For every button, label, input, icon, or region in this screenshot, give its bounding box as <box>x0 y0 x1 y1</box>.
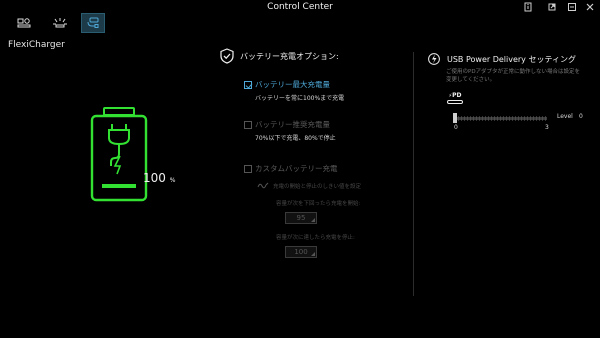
power-bolt-icon <box>428 53 440 65</box>
custom-charge-desc-row: 充電の開始と停止のしきい値を設定 <box>257 181 361 191</box>
usb-c-icon <box>447 100 463 104</box>
stop-threshold-label: 容量が次に達したら充電を停止: <box>276 235 355 241</box>
start-threshold-label: 容量が次を下回ったら充電を開始: <box>276 201 361 207</box>
custom-charge-desc: 充電の開始と停止のしきい値を設定 <box>273 184 362 190</box>
battery-percent-sign: % <box>169 177 176 184</box>
custom-charge-checkbox[interactable] <box>244 164 252 173</box>
battery-options-panel: バッテリー充電オプション: バッテリー最大充電量 バッテリーを常に100%まで充… <box>220 48 400 173</box>
recommended-charge-desc: 70%以下で充電、80%で停止 <box>255 135 336 142</box>
battery-percent-value: 100 <box>143 171 166 185</box>
max-charge-checkbox[interactable] <box>244 80 252 89</box>
recommended-charge-checkbox[interactable] <box>244 120 252 129</box>
minimize-icon[interactable] <box>566 2 578 14</box>
app-name: FlexiCharger <box>8 40 65 50</box>
level-min-label: 0 <box>454 124 458 131</box>
recommended-charge-option[interactable]: バッテリー推奨充電量 70%以下で充電、80%で停止 <box>244 119 336 142</box>
usb-pd-badge: ⚡PD <box>447 92 463 104</box>
system-monitor-icon[interactable] <box>12 13 36 33</box>
recommended-charge-label[interactable]: バッテリー推奨充電量 <box>255 119 330 130</box>
battery-options-title: バッテリー充電オプション: <box>240 51 339 61</box>
max-charge-label[interactable]: バッテリー最大充電量 <box>255 79 330 90</box>
flexicharger-tab-icon[interactable] <box>81 13 105 33</box>
column-divider <box>413 52 414 296</box>
level-max-label: 3 <box>545 124 549 131</box>
level-label: Level <box>557 113 573 120</box>
usb-pd-desc: ご使用のPDアダプタが正常に動作しない場合は設定を 変更してください。 <box>446 68 592 84</box>
max-charge-desc: バッテリーを常に100%まで充電 <box>255 95 345 102</box>
stop-threshold-input[interactable]: 100 <box>285 246 317 258</box>
pd-level-slider-ticks <box>455 116 547 121</box>
start-threshold-input[interactable]: 95 <box>285 212 317 224</box>
battery-options-header: バッテリー充電オプション: <box>220 48 400 64</box>
info-icon[interactable] <box>522 2 534 14</box>
level-value: 0 <box>579 113 583 120</box>
restore-window-icon[interactable] <box>546 2 558 14</box>
lighting-icon[interactable] <box>48 13 72 33</box>
custom-charge-option[interactable]: カスタムバッテリー充電 <box>244 163 338 174</box>
usb-pd-title: USB Power Delivery セッティング <box>447 54 576 64</box>
pd-level-slider-thumb[interactable] <box>453 113 457 123</box>
close-icon[interactable] <box>584 2 596 14</box>
custom-charge-label[interactable]: カスタムバッテリー充電 <box>255 163 338 174</box>
window-title: Control Center <box>267 2 333 12</box>
battery-graphic <box>84 106 154 206</box>
usb-pd-desc-line1: ご使用のPDアダプタが正常に動作しない場合は設定を <box>446 69 581 75</box>
pd-badge-text: ⚡PD <box>448 92 462 99</box>
shield-check-icon <box>220 48 234 64</box>
usb-pd-header: USB Power Delivery セッティング <box>428 52 592 66</box>
battery-percent: 100 % <box>143 171 175 185</box>
usb-pd-panel: USB Power Delivery セッティング ご使用のPDアダプタが正常に… <box>428 52 592 84</box>
threshold-curve-icon <box>257 182 269 189</box>
usb-pd-desc-line2: 変更してください。 <box>446 77 496 83</box>
max-charge-option[interactable]: バッテリー最大充電量 バッテリーを常に100%まで充電 <box>244 79 344 102</box>
